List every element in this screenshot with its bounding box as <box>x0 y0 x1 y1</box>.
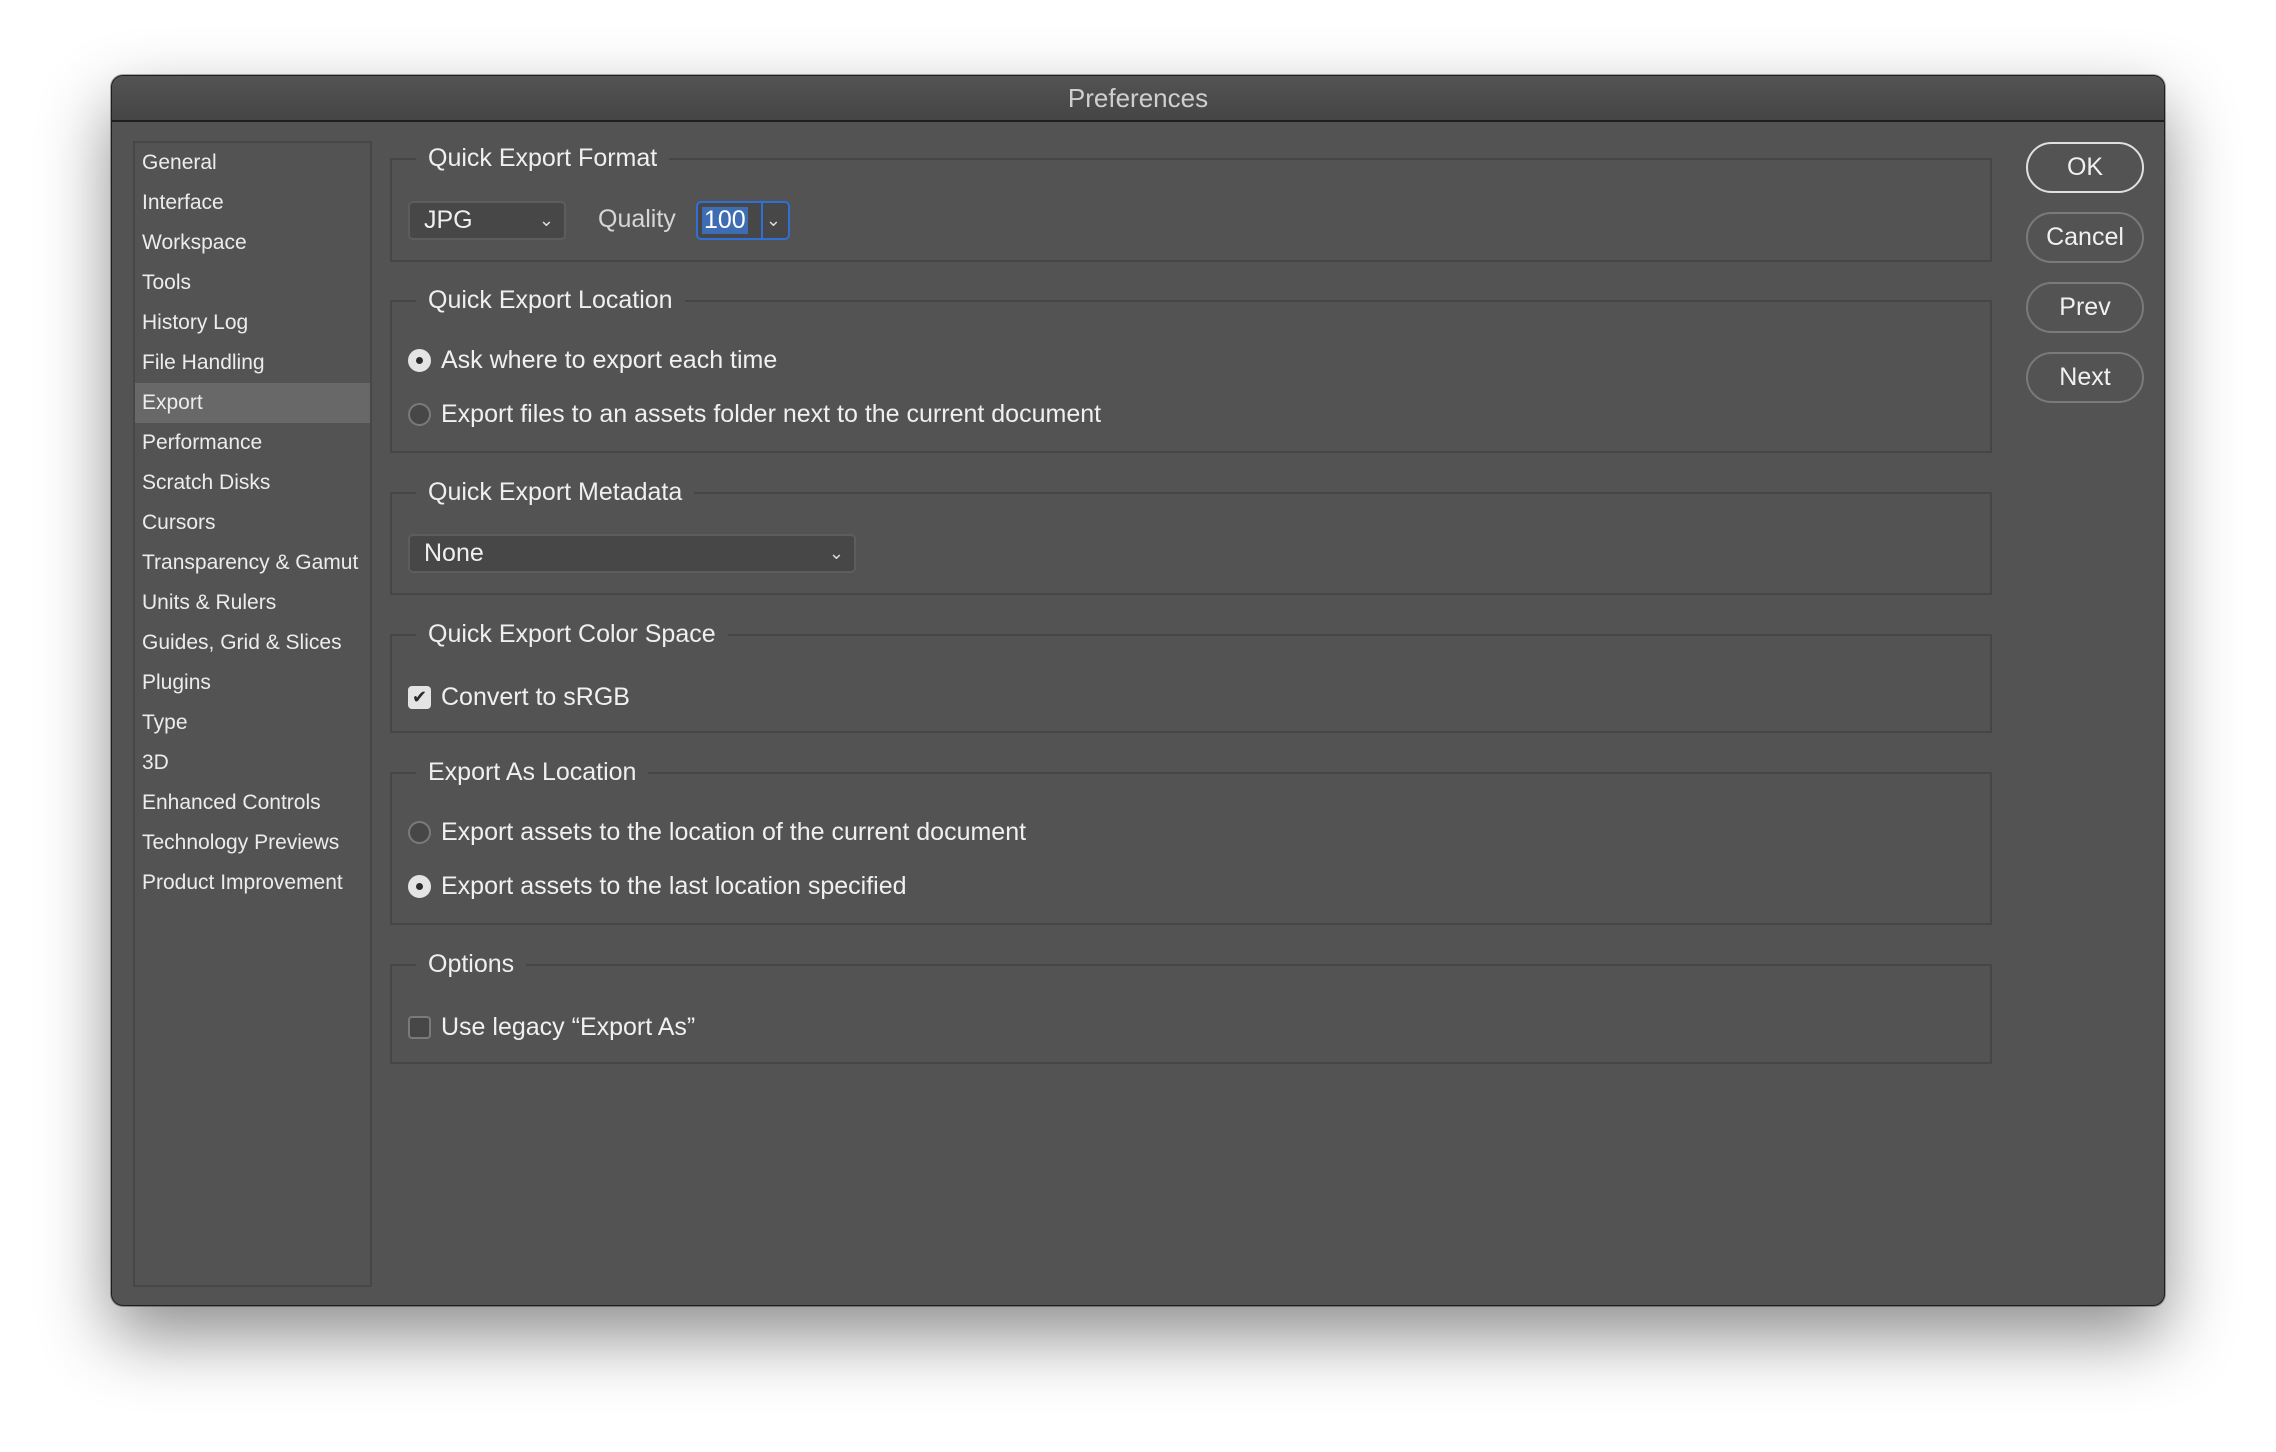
metadata-select-value: None <box>424 539 484 567</box>
radio-label: Export assets to the location of the cur… <box>441 818 1027 846</box>
sidebar-item-file-handling[interactable]: File Handling <box>135 343 370 383</box>
format-select[interactable]: JPG ⌄ <box>408 201 566 240</box>
preferences-dialog: Preferences General Interface Workspace … <box>111 75 2165 1306</box>
sidebar-item-enhanced-controls[interactable]: Enhanced Controls <box>135 783 370 823</box>
radio-label: Ask where to export each time <box>441 346 778 374</box>
preferences-sidebar: General Interface Workspace Tools Histor… <box>133 141 372 1287</box>
chevron-down-icon[interactable]: ⌄ <box>766 205 781 236</box>
cancel-button[interactable]: Cancel <box>2026 212 2144 263</box>
radio-unselected-icon[interactable] <box>408 403 431 426</box>
sidebar-item-plugins[interactable]: Plugins <box>135 663 370 703</box>
quality-combobox[interactable]: 100 ⌄ <box>696 201 790 240</box>
sidebar-item-technology-previews[interactable]: Technology Previews <box>135 823 370 863</box>
checkbox-label: Use legacy “Export As” <box>441 1013 696 1041</box>
chevron-down-icon: ⌄ <box>828 543 844 563</box>
quality-input[interactable]: 100 <box>702 207 748 234</box>
quick-export-location-group: Quick Export Location Ask where to expor… <box>390 282 1992 453</box>
metadata-select[interactable]: None ⌄ <box>408 534 856 573</box>
sidebar-item-general[interactable]: General <box>135 143 370 183</box>
convert-srgb-checkbox[interactable]: ✔ Convert to sRGB <box>408 683 630 712</box>
legacy-export-as-checkbox[interactable]: Use legacy “Export As” <box>408 1013 695 1042</box>
checkbox-unchecked-icon[interactable] <box>408 1016 431 1039</box>
radio-unselected-icon[interactable] <box>408 821 431 844</box>
format-select-value: JPG <box>424 206 473 234</box>
radio-selected-icon[interactable] <box>408 875 431 898</box>
sidebar-item-export[interactable]: Export <box>135 383 370 423</box>
sidebar-item-cursors[interactable]: Cursors <box>135 503 370 543</box>
export-as-location-legend: Export As Location <box>416 754 649 790</box>
options-legend: Options <box>416 946 527 982</box>
sidebar-item-history-log[interactable]: History Log <box>135 303 370 343</box>
radio-label: Export assets to the last location speci… <box>441 872 907 900</box>
quick-export-format-group: Quick Export Format JPG ⌄ Quality 100 ⌄ <box>390 140 1992 262</box>
sidebar-item-transparency-gamut[interactable]: Transparency & Gamut <box>135 543 370 583</box>
sidebar-item-3d[interactable]: 3D <box>135 743 370 783</box>
quality-label: Quality <box>598 205 676 233</box>
sidebar-item-workspace[interactable]: Workspace <box>135 223 370 263</box>
combo-divider <box>761 203 763 238</box>
ok-button[interactable]: OK <box>2026 142 2144 193</box>
sidebar-item-performance[interactable]: Performance <box>135 423 370 463</box>
window-title: Preferences <box>1067 82 1209 113</box>
quick-export-metadata-legend: Quick Export Metadata <box>416 474 695 510</box>
radio-current-document-location[interactable]: Export assets to the location of the cur… <box>408 818 1026 847</box>
chevron-down-icon: ⌄ <box>538 210 554 230</box>
options-group: Options Use legacy “Export As” <box>390 946 1992 1064</box>
radio-assets-folder[interactable]: Export files to an assets folder next to… <box>408 400 1101 429</box>
sidebar-item-interface[interactable]: Interface <box>135 183 370 223</box>
checkbox-label: Convert to sRGB <box>441 683 630 711</box>
sidebar-item-product-improvement[interactable]: Product Improvement <box>135 863 370 903</box>
radio-last-location[interactable]: Export assets to the last location speci… <box>408 872 907 901</box>
checkbox-checked-icon[interactable]: ✔ <box>408 686 431 709</box>
sidebar-item-scratch-disks[interactable]: Scratch Disks <box>135 463 370 503</box>
radio-selected-icon[interactable] <box>408 349 431 372</box>
radio-label: Export files to an assets folder next to… <box>441 400 1102 428</box>
export-as-location-group: Export As Location Export assets to the … <box>390 754 1992 925</box>
next-button[interactable]: Next <box>2026 352 2144 403</box>
quick-export-metadata-group: Quick Export Metadata None ⌄ <box>390 474 1992 595</box>
radio-ask-each-time[interactable]: Ask where to export each time <box>408 346 777 375</box>
prev-button[interactable]: Prev <box>2026 282 2144 333</box>
sidebar-item-tools[interactable]: Tools <box>135 263 370 303</box>
sidebar-item-guides-grid-slices[interactable]: Guides, Grid & Slices <box>135 623 370 663</box>
quick-export-format-legend: Quick Export Format <box>416 140 670 176</box>
quick-export-color-space-group: Quick Export Color Space ✔ Convert to sR… <box>390 616 1992 733</box>
quick-export-color-space-legend: Quick Export Color Space <box>416 616 728 652</box>
title-bar[interactable]: Preferences <box>112 76 2164 122</box>
sidebar-item-units-rulers[interactable]: Units & Rulers <box>135 583 370 623</box>
quick-export-location-legend: Quick Export Location <box>416 282 685 318</box>
sidebar-item-type[interactable]: Type <box>135 703 370 743</box>
